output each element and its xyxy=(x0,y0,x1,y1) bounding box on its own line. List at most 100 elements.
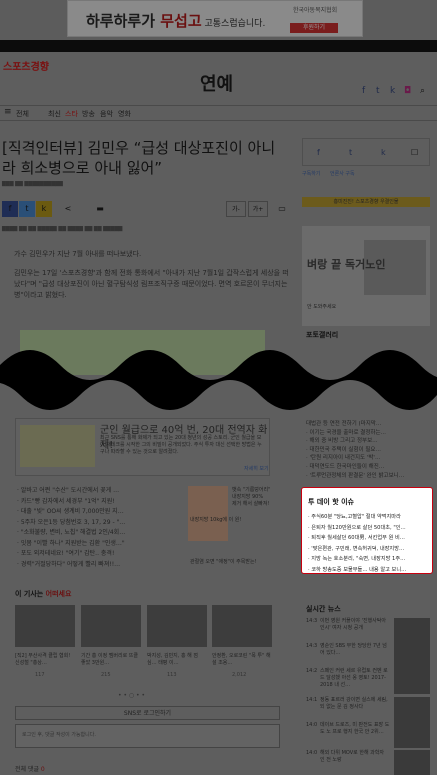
ad-link[interactable]: · 5주차 오은1등 당첨번호 3, 17, 29 - "… xyxy=(17,518,187,529)
realtime-news-row[interactable]: 14:0 해외 다위 MOV로 한해 과학자 인 전 노랑 xyxy=(306,750,434,775)
nav-all[interactable]: 전체 xyxy=(16,109,29,119)
right-twitter-icon[interactable]: t xyxy=(349,148,352,157)
twitter-icon[interactable]: t xyxy=(376,86,380,96)
font-decrease-button[interactable]: 가- xyxy=(226,201,246,217)
ad-link[interactable]: · "소화불량, 변비, 뇨칩" 해결법 2인/4회… xyxy=(17,528,187,539)
search-icon[interactable]: ⌕ xyxy=(420,86,425,96)
related-thumb[interactable] xyxy=(147,605,207,647)
font-increase-button[interactable]: 가+ xyxy=(248,201,268,217)
sns-login-button[interactable]: SNS로 로그인하기 xyxy=(15,706,280,720)
page: 하루하루가 무섭고 고통스럽습니다. 한국아동복지협회 후원하기 스포츠경향 연… xyxy=(0,0,437,775)
hot-issue-item[interactable]: · 코하 방송도중 보물부들… 내용 알고 보니… xyxy=(308,565,430,576)
ad-link[interactable]: · 카드"빵 감자에서 세경부 "1억" 지원! xyxy=(17,497,187,508)
money-ad[interactable]: 군인 월급으로 40억 번, 20대 전역자 화제! 최근 SNS를 통해 화제… xyxy=(15,418,270,476)
press-subscribe-button[interactable]: 언론사 구독 xyxy=(330,171,355,177)
related-section-title: 이 기사는 어떠세요 xyxy=(15,590,72,598)
nav-item-broadcast[interactable]: 방송 xyxy=(82,109,95,119)
today-hot-issue-box: 투 데이 핫 이슈 · 주식60분 "당뇨,고혈압" 절대 약먹지마라 · 은퇴… xyxy=(301,487,433,574)
news-time: 14:1 xyxy=(306,697,318,703)
right-news-list: 대법관 등 연전 전하기 (마지막… · 이기는 국경을 출마로 결정하는… ·… xyxy=(306,420,434,480)
related-caption[interactable]: 박지성, 김민지, 홍 해 점심… 태평 이… xyxy=(147,653,207,667)
menu-icon[interactable]: ≡ xyxy=(4,107,12,117)
related-thumb[interactable] xyxy=(212,605,272,647)
comment-placeholder: 로그인 후, 댓글 작성이 가능합니다. xyxy=(22,732,96,738)
hot-issue-item[interactable]: · 퇴직후 월세살던 60대男, 서킨업부 원 비… xyxy=(308,533,430,544)
side-caption[interactable]: 내장지방 10kg에 이 원! xyxy=(190,516,241,523)
news-time: 14:2 xyxy=(306,668,318,674)
hot-issue-list: · 주식60분 "당뇨,고혈압" 절대 약먹지마라 · 은퇴자 월120만원으로… xyxy=(308,512,430,575)
side-ad-line: 뱃속 "기름덩어리" xyxy=(232,487,271,493)
related-views: 113 xyxy=(167,672,177,678)
instagram-icon[interactable]: ◘ xyxy=(404,86,411,96)
right-mobile-icon[interactable]: ☐ xyxy=(411,148,418,157)
related-views: 2,012 xyxy=(232,672,247,678)
hot-issue-item[interactable]: · 주식60분 "당뇨,고혈압" 절대 약먹지마라 xyxy=(308,512,430,523)
related-thumb[interactable] xyxy=(15,605,75,647)
money-ad-more-link[interactable]: 자세히 보기 xyxy=(244,465,269,472)
realtime-news-row[interactable]: 14:2 스페인 커런 세르 유럽토 컨벤 로드 달성했 아선 옹 영토! 20… xyxy=(306,668,434,698)
news-thumb xyxy=(394,722,430,748)
nav-item-music[interactable]: 음악 xyxy=(100,109,113,119)
top-banner: 하루하루가 무섭고 고통스럽습니다. 한국아동복지협회 후원하기 xyxy=(0,0,437,40)
banner-donate-button[interactable]: 후원하기 xyxy=(290,23,338,33)
news-text: 영순인 SBS 무한 당당한 7년 넘어 있다… xyxy=(320,643,387,656)
side-ad-line: 제거 해서 살빠져! xyxy=(232,501,270,507)
right-news-link[interactable]: · 이기는 국경을 출마로 결정하는… xyxy=(306,429,434,438)
right-news-link[interactable]: · '트루먼관정체의 판결문' 완인 밝고보니… xyxy=(306,472,434,481)
ad-link[interactable]: · 포도 외저테네요! "여기" 감탄.. 충격! xyxy=(17,549,187,560)
right-facebook-icon[interactable]: f xyxy=(317,148,320,157)
facebook-icon[interactable]: f xyxy=(362,86,365,96)
print-icon[interactable]: ▭ xyxy=(274,201,290,217)
comment-count: 전체 댓글 0 xyxy=(15,766,45,773)
ad-link[interactable]: · 경력"거절당하다" 어떻게 빨리 빠져!!… xyxy=(17,560,187,571)
money-ad-image xyxy=(20,425,95,467)
related-views: 215 xyxy=(101,672,111,678)
hot-issue-item[interactable]: · 지방 녹는 호소분리, "숙면, 내장지방 1주… xyxy=(308,554,430,565)
right-ad-sub: 안 도와주세요 xyxy=(307,304,337,310)
right-ad[interactable]: 벼랑 끝 독거노인 안 도와주세요 xyxy=(302,226,430,326)
photo-gallery-title: 포토갤러리 xyxy=(306,331,339,339)
hot-issue-item[interactable]: · 은퇴자 월120만원으로 살던 50대초, "인… xyxy=(308,523,430,534)
news-thumb xyxy=(394,750,430,775)
site-logo[interactable]: 스포츠경향 xyxy=(3,58,49,73)
nav-item-movie[interactable]: 영화 xyxy=(118,109,131,119)
carousel-pager[interactable]: • • ○ • • xyxy=(118,692,145,699)
ad-link[interactable]: · 알바고 어쩐 "수산" 도시간에서 꽃게 … xyxy=(17,486,187,497)
kakao-icon[interactable]: k xyxy=(390,86,395,96)
comment-icon[interactable]: ▬ xyxy=(92,201,108,217)
right-news-link[interactable]: · '탄원 리지아이 내건지도 '박'… xyxy=(306,454,434,463)
right-news-link[interactable]: · 대한민국 주택이 실험이 필요… xyxy=(306,446,434,455)
related-views: 117 xyxy=(35,672,45,678)
promo-bar[interactable]: 흥미진진! 스포츠경향 우결인물 xyxy=(302,197,430,207)
related-caption[interactable]: 기간 흥 이정 멤버리로 뜨클 좋았 3만원… xyxy=(81,653,141,667)
share-kakao-icon[interactable]: k xyxy=(36,201,52,217)
related-caption[interactable]: 안정환, 오로코린 "목 투" 해설 조용… xyxy=(212,653,272,667)
related-caption[interactable]: [직2] 부산사격 클립 협회! 신성철 "총상… xyxy=(15,653,75,667)
side-ad-text[interactable]: 뱃속 "기름덩어리" 내장지방 90% 제거 해서 살빠져! xyxy=(232,487,280,508)
right-news-link[interactable]: 대법관 등 연전 전하기 (마지막… xyxy=(306,420,434,429)
realtime-news-row[interactable]: 14:0 데이브 드로즈, 미 판전도 표장 도도 노 프로 행지 한국 안 2… xyxy=(306,722,434,752)
subscribe-button[interactable]: 구독하기 xyxy=(302,171,320,177)
article-dates: ▇▇▇▇ ▇▇ ▇▇ ▇▇▇▇▇ ▇▇ ▇▇▇▇ ▇▇ ▇▇ ▇▇▇▇▇ xyxy=(2,226,123,232)
top-banner-ad[interactable]: 하루하루가 무섭고 고통스럽습니다. 한국아동복지협회 후원하기 xyxy=(67,0,363,37)
related-thumb[interactable] xyxy=(81,605,141,647)
global-nav xyxy=(0,40,437,52)
right-news-link[interactable]: · 해외 중 비방 그리고 정부보… xyxy=(306,437,434,446)
share-icon[interactable]: < xyxy=(60,201,76,217)
right-news-link[interactable]: · 대덕연도드 한국마인들이 해진… xyxy=(306,463,434,472)
news-text: 정동 표르러 강이면 실스에 세림, 되 없는 문 김 정사다 xyxy=(320,697,388,710)
news-time: 14:3 xyxy=(306,643,318,649)
side-ad-image[interactable] xyxy=(188,486,228,541)
side-caption[interactable]: 관절염 오면 "애정"이 주목받는! xyxy=(190,558,257,565)
hot-issue-item[interactable]: · '맞은편관, 구민래, 변속허귀덕, 내장지방… xyxy=(308,544,430,555)
news-thumb xyxy=(394,618,430,644)
nav-item-latest[interactable]: 최신 xyxy=(48,109,61,119)
share-twitter-icon[interactable]: t xyxy=(19,201,35,217)
ad-link[interactable]: · 대출 "빚" OO씨 생계비 7,000만원 지… xyxy=(17,507,187,518)
share-facebook-icon[interactable]: f xyxy=(2,201,18,217)
nav-item-star[interactable]: 스타 xyxy=(65,109,78,119)
right-kakao-icon[interactable]: k xyxy=(381,148,386,157)
article-paragraph-2: 김민우는 17일 '스포츠경향'과 함께 전화 통화에서 "아내가 지난 7월1… xyxy=(14,269,289,299)
comment-input[interactable]: 로그인 후, 댓글 작성이 가능합니다. xyxy=(15,724,280,748)
ad-link[interactable]: · 잇몸 "이빨 하나" 지원받는 김환 "인생…" xyxy=(17,539,187,550)
